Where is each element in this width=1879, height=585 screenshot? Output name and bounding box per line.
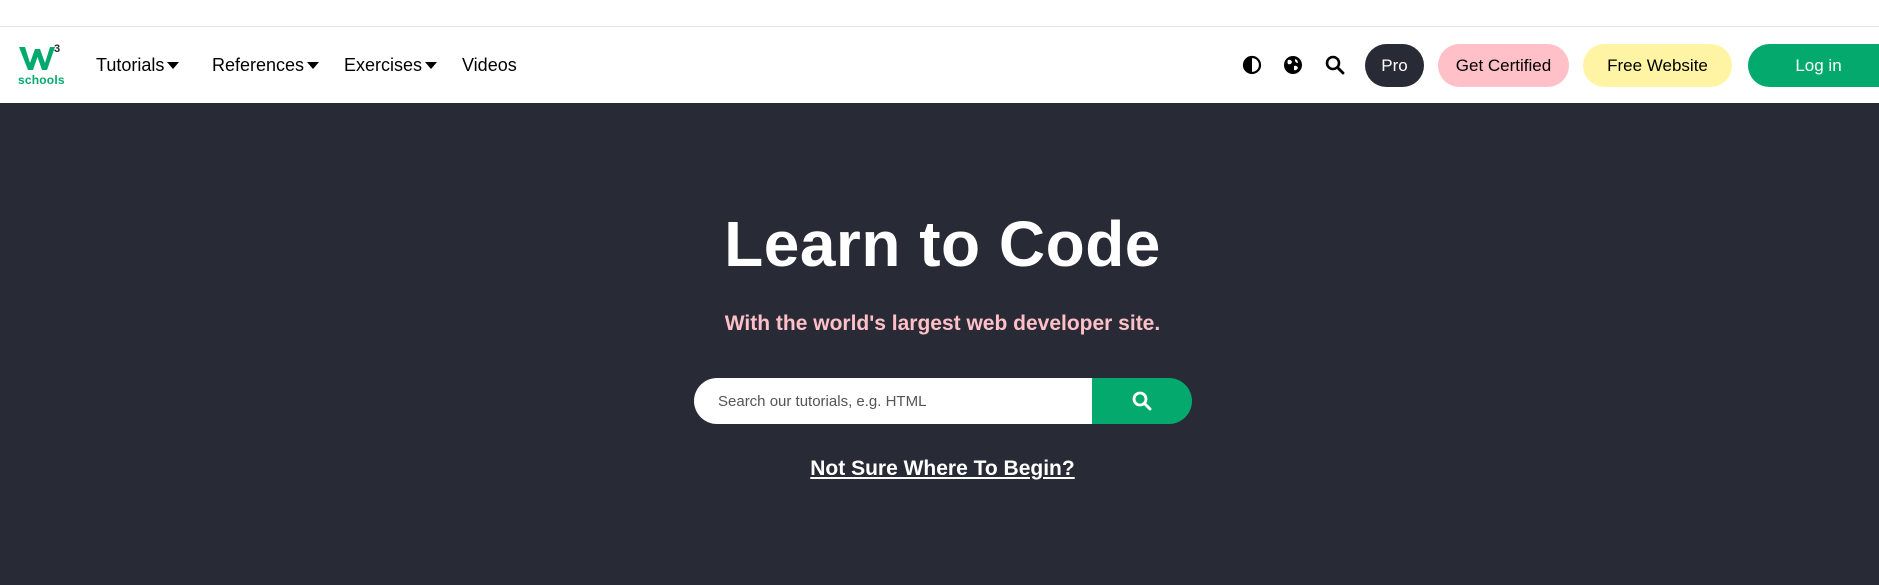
nav-videos-label: Videos bbox=[462, 54, 517, 75]
pro-button[interactable]: Pro bbox=[1365, 44, 1424, 87]
begin-link-wrap: Not Sure Where To Begin? bbox=[0, 457, 1879, 481]
w3schools-logo[interactable]: 3 schools bbox=[18, 43, 68, 89]
get-certified-button[interactable]: Get Certified bbox=[1438, 44, 1569, 87]
search-icon bbox=[1325, 55, 1345, 75]
nav-videos-link[interactable]: Videos bbox=[462, 27, 517, 103]
contrast-toggle-button[interactable] bbox=[1240, 53, 1264, 77]
caret-down-icon bbox=[307, 62, 320, 69]
not-sure-where-to-begin-link[interactable]: Not Sure Where To Begin? bbox=[810, 457, 1074, 480]
search-icon bbox=[1132, 391, 1152, 411]
hero-search-bar bbox=[694, 378, 1192, 424]
get-certified-label: Get Certified bbox=[1455, 55, 1552, 75]
tutorial-search-input[interactable] bbox=[694, 378, 1094, 424]
w3-logo-icon: 3 bbox=[19, 43, 60, 70]
nav-exercises-label: Exercises bbox=[344, 54, 423, 75]
pro-button-label: Pro bbox=[1381, 55, 1408, 75]
hero-section: Learn to Code With the world's largest w… bbox=[0, 103, 1879, 585]
nav-references-label: References bbox=[212, 54, 305, 75]
language-button[interactable] bbox=[1281, 53, 1305, 77]
free-website-button[interactable]: Free Website bbox=[1583, 44, 1732, 87]
nav-tutorials-label: Tutorials bbox=[96, 54, 165, 75]
nav-exercises-menu[interactable]: Exercises bbox=[344, 27, 438, 103]
contrast-icon bbox=[1242, 55, 1262, 75]
caret-down-icon bbox=[167, 62, 180, 69]
search-toggle-button[interactable] bbox=[1323, 53, 1347, 77]
caret-down-icon bbox=[425, 62, 438, 69]
hero-title: Learn to Code bbox=[724, 208, 1161, 280]
search-submit-button[interactable] bbox=[1092, 378, 1192, 424]
top-navbar: 3 schools Tutorials References Exercises… bbox=[0, 27, 1879, 103]
nav-tutorials-menu[interactable]: Tutorials bbox=[96, 27, 180, 103]
hero-subtitle: With the world's largest web developer s… bbox=[724, 312, 1161, 335]
free-website-label: Free Website bbox=[1607, 55, 1708, 75]
globe-icon bbox=[1284, 56, 1302, 74]
login-label: Log in bbox=[1795, 55, 1842, 75]
svg-text:3: 3 bbox=[54, 43, 60, 55]
browser-top-strip bbox=[0, 0, 1879, 27]
nav-references-menu[interactable]: References bbox=[212, 27, 320, 103]
login-button[interactable]: Log in bbox=[1748, 44, 1879, 87]
logo-text: schools bbox=[18, 73, 65, 87]
